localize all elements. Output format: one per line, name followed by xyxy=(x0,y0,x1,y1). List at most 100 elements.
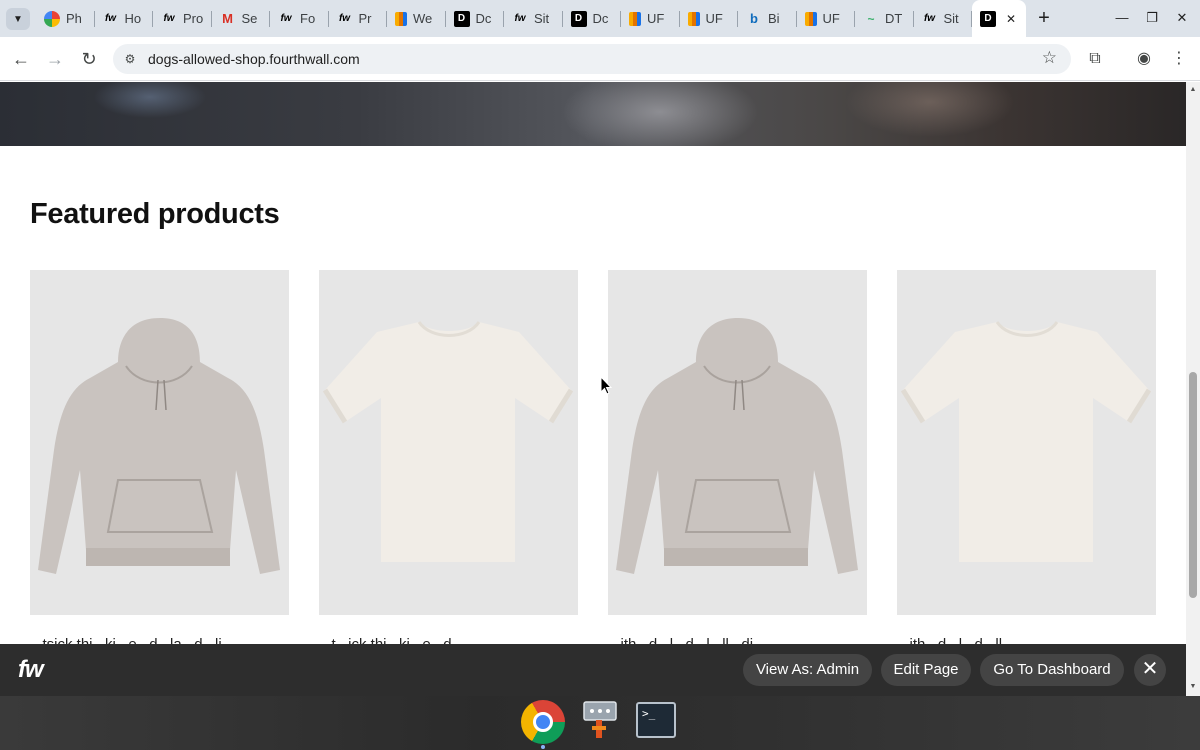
mouse-cursor-icon xyxy=(600,376,612,395)
tab-label: Pr xyxy=(358,11,372,26)
product-card-1[interactable] xyxy=(30,270,289,615)
tshirt-image xyxy=(900,321,1152,562)
scroll-up-arrow-icon[interactable]: ▲ xyxy=(1189,86,1197,93)
fourthwall-icon: fw xyxy=(514,13,526,24)
profile-icon[interactable]: ◉ xyxy=(1133,48,1155,70)
tab-label: Pro xyxy=(183,11,204,26)
tab-close-icon[interactable]: ✕ xyxy=(1006,12,1016,26)
browser-tab[interactable]: fw Sit xyxy=(914,0,973,37)
browser-tab[interactable]: fw Ho xyxy=(95,0,154,37)
browser-tab[interactable]: D ✕ xyxy=(972,0,1026,37)
product-title[interactable]: ...ith...d...l...d...l...ll...di... xyxy=(608,636,867,644)
tab-label: Sit xyxy=(943,11,959,26)
scroll-thumb[interactable] xyxy=(1189,372,1197,598)
browser-tab[interactable]: Ph xyxy=(36,0,95,37)
tab-strip: ▼ Ph fw Ho fw Pro M Se fw Fo fw Pr We D Dc fw Sit D Dc UF U… xyxy=(0,0,1200,37)
page-scrollbar[interactable]: ▲ ▼ xyxy=(1186,82,1200,696)
browser-tab[interactable]: UF xyxy=(680,0,739,37)
dt-icon: ~ xyxy=(867,11,875,26)
tab-label: UF xyxy=(705,11,723,26)
forward-button[interactable]: → xyxy=(43,47,67,71)
fourthwall-logo: fw xyxy=(18,656,44,683)
d-logo-icon: D xyxy=(570,10,587,27)
restore-button[interactable]: ❐ xyxy=(1141,8,1163,28)
browser-tab[interactable]: UF xyxy=(621,0,680,37)
tab-label: Ph xyxy=(66,11,82,26)
photos-icon xyxy=(44,10,60,27)
fourthwall-icon: fw xyxy=(163,13,175,24)
tab-list: Ph fw Ho fw Pro M Se fw Fo fw Pr We D Dc fw Sit D Dc UF UF b… xyxy=(36,0,1026,37)
browser-tab[interactable]: M Se xyxy=(212,0,271,37)
reload-button[interactable]: ↻ xyxy=(77,47,101,71)
fourthwall-icon: fw xyxy=(923,13,936,24)
tab-label: Sit xyxy=(534,11,550,26)
browser-tab[interactable]: fw Fo xyxy=(270,0,329,37)
window-close-button[interactable]: ✕ xyxy=(1171,8,1193,28)
browser-tab[interactable]: D Dc xyxy=(563,0,622,37)
product-card-2[interactable] xyxy=(319,270,578,615)
browser-tab[interactable]: D Dc xyxy=(446,0,505,37)
tab-label: UF xyxy=(822,11,840,26)
browser-tab[interactable]: fw Sit xyxy=(504,0,563,37)
minimize-button[interactable]: — xyxy=(1111,8,1133,28)
new-tab-button[interactable]: + xyxy=(1034,7,1054,29)
address-bar[interactable]: ⚙ dogs-allowed-shop.fourthwall.com ☆ xyxy=(113,44,1071,74)
browser-tab[interactable]: fw Pro xyxy=(153,0,212,37)
extensions-icon[interactable]: ⧉ xyxy=(1084,48,1106,70)
go-to-dashboard-button[interactable]: Go To Dashboard xyxy=(980,654,1124,686)
hoodie-image xyxy=(38,318,280,574)
tab-label: DT xyxy=(885,11,903,26)
tab-label: Fo xyxy=(300,11,316,26)
fourthwall-icon: fw xyxy=(104,13,117,24)
network-app-icon[interactable] xyxy=(582,700,626,744)
fourthwall-icon: fw xyxy=(280,13,292,24)
menu-kebab-icon[interactable]: ⋮ xyxy=(1168,48,1190,70)
analytics-icon xyxy=(804,11,817,26)
tshirt-image xyxy=(322,321,574,562)
tab-label: Ho xyxy=(124,11,142,26)
terminal-app-icon[interactable]: >_ xyxy=(636,702,676,738)
hero-image xyxy=(0,82,1186,146)
tab-label: Se xyxy=(241,11,258,26)
admin-bar: fw View As: Admin Edit Page Go To Dashbo… xyxy=(0,644,1186,696)
page-viewport: Featured products ...tsick thi...ki...e.… xyxy=(0,82,1186,644)
close-icon[interactable]: ✕ xyxy=(1134,654,1166,686)
product-card-4[interactable] xyxy=(897,270,1156,615)
tab-label: Bi xyxy=(768,11,780,26)
scroll-down-arrow-icon[interactable]: ▼ xyxy=(1189,683,1197,690)
analytics-icon xyxy=(395,11,407,26)
url-text[interactable]: dogs-allowed-shop.fourthwall.com xyxy=(148,51,360,67)
chrome-app-icon[interactable] xyxy=(521,700,565,744)
browser-tab[interactable]: We xyxy=(387,0,446,37)
d-logo-icon: D xyxy=(453,10,470,27)
tab-search-button[interactable]: ▼ xyxy=(6,8,30,30)
tab-label: Dc xyxy=(592,11,609,26)
browser-toolbar: ← → ↻ ⚙ dogs-allowed-shop.fourthwall.com… xyxy=(0,37,1200,81)
section-title: Featured products xyxy=(30,198,280,230)
site-info-icon[interactable]: ⚙ xyxy=(121,50,139,68)
view-as-admin-button[interactable]: View As: Admin xyxy=(743,654,872,686)
product-card-3[interactable] xyxy=(608,270,867,615)
browser-tab[interactable]: ~ DT xyxy=(855,0,914,37)
taskbar: >_ xyxy=(0,696,1200,750)
tab-label: Dc xyxy=(475,11,492,26)
tab-label: We xyxy=(413,11,433,26)
bookmark-star-icon[interactable]: ☆ xyxy=(1042,48,1057,68)
edit-page-button[interactable]: Edit Page xyxy=(881,654,971,686)
product-title[interactable]: ...tsick thi...ki...e...d...la...d...li.… xyxy=(30,636,289,644)
browser-tab[interactable]: UF xyxy=(797,0,856,37)
back-button[interactable]: ← xyxy=(9,47,33,71)
running-indicator xyxy=(541,745,545,749)
analytics-icon xyxy=(687,11,700,26)
hoodie-image xyxy=(616,318,858,574)
browser-tab[interactable]: b Bi xyxy=(738,0,797,37)
product-title[interactable]: ...ith...d...l...d...ll... xyxy=(897,636,1156,644)
chevron-down-icon: ▼ xyxy=(13,13,23,25)
tab-label: UF xyxy=(647,11,665,26)
analytics-icon xyxy=(629,11,641,26)
d-logo-icon: D xyxy=(980,10,996,27)
product-title[interactable]: ...t...ick thi...ki...e...d... xyxy=(319,636,578,644)
browser-tab[interactable]: fw Pr xyxy=(329,0,388,37)
bing-icon: b xyxy=(750,11,758,26)
fourthwall-icon: fw xyxy=(338,13,351,24)
